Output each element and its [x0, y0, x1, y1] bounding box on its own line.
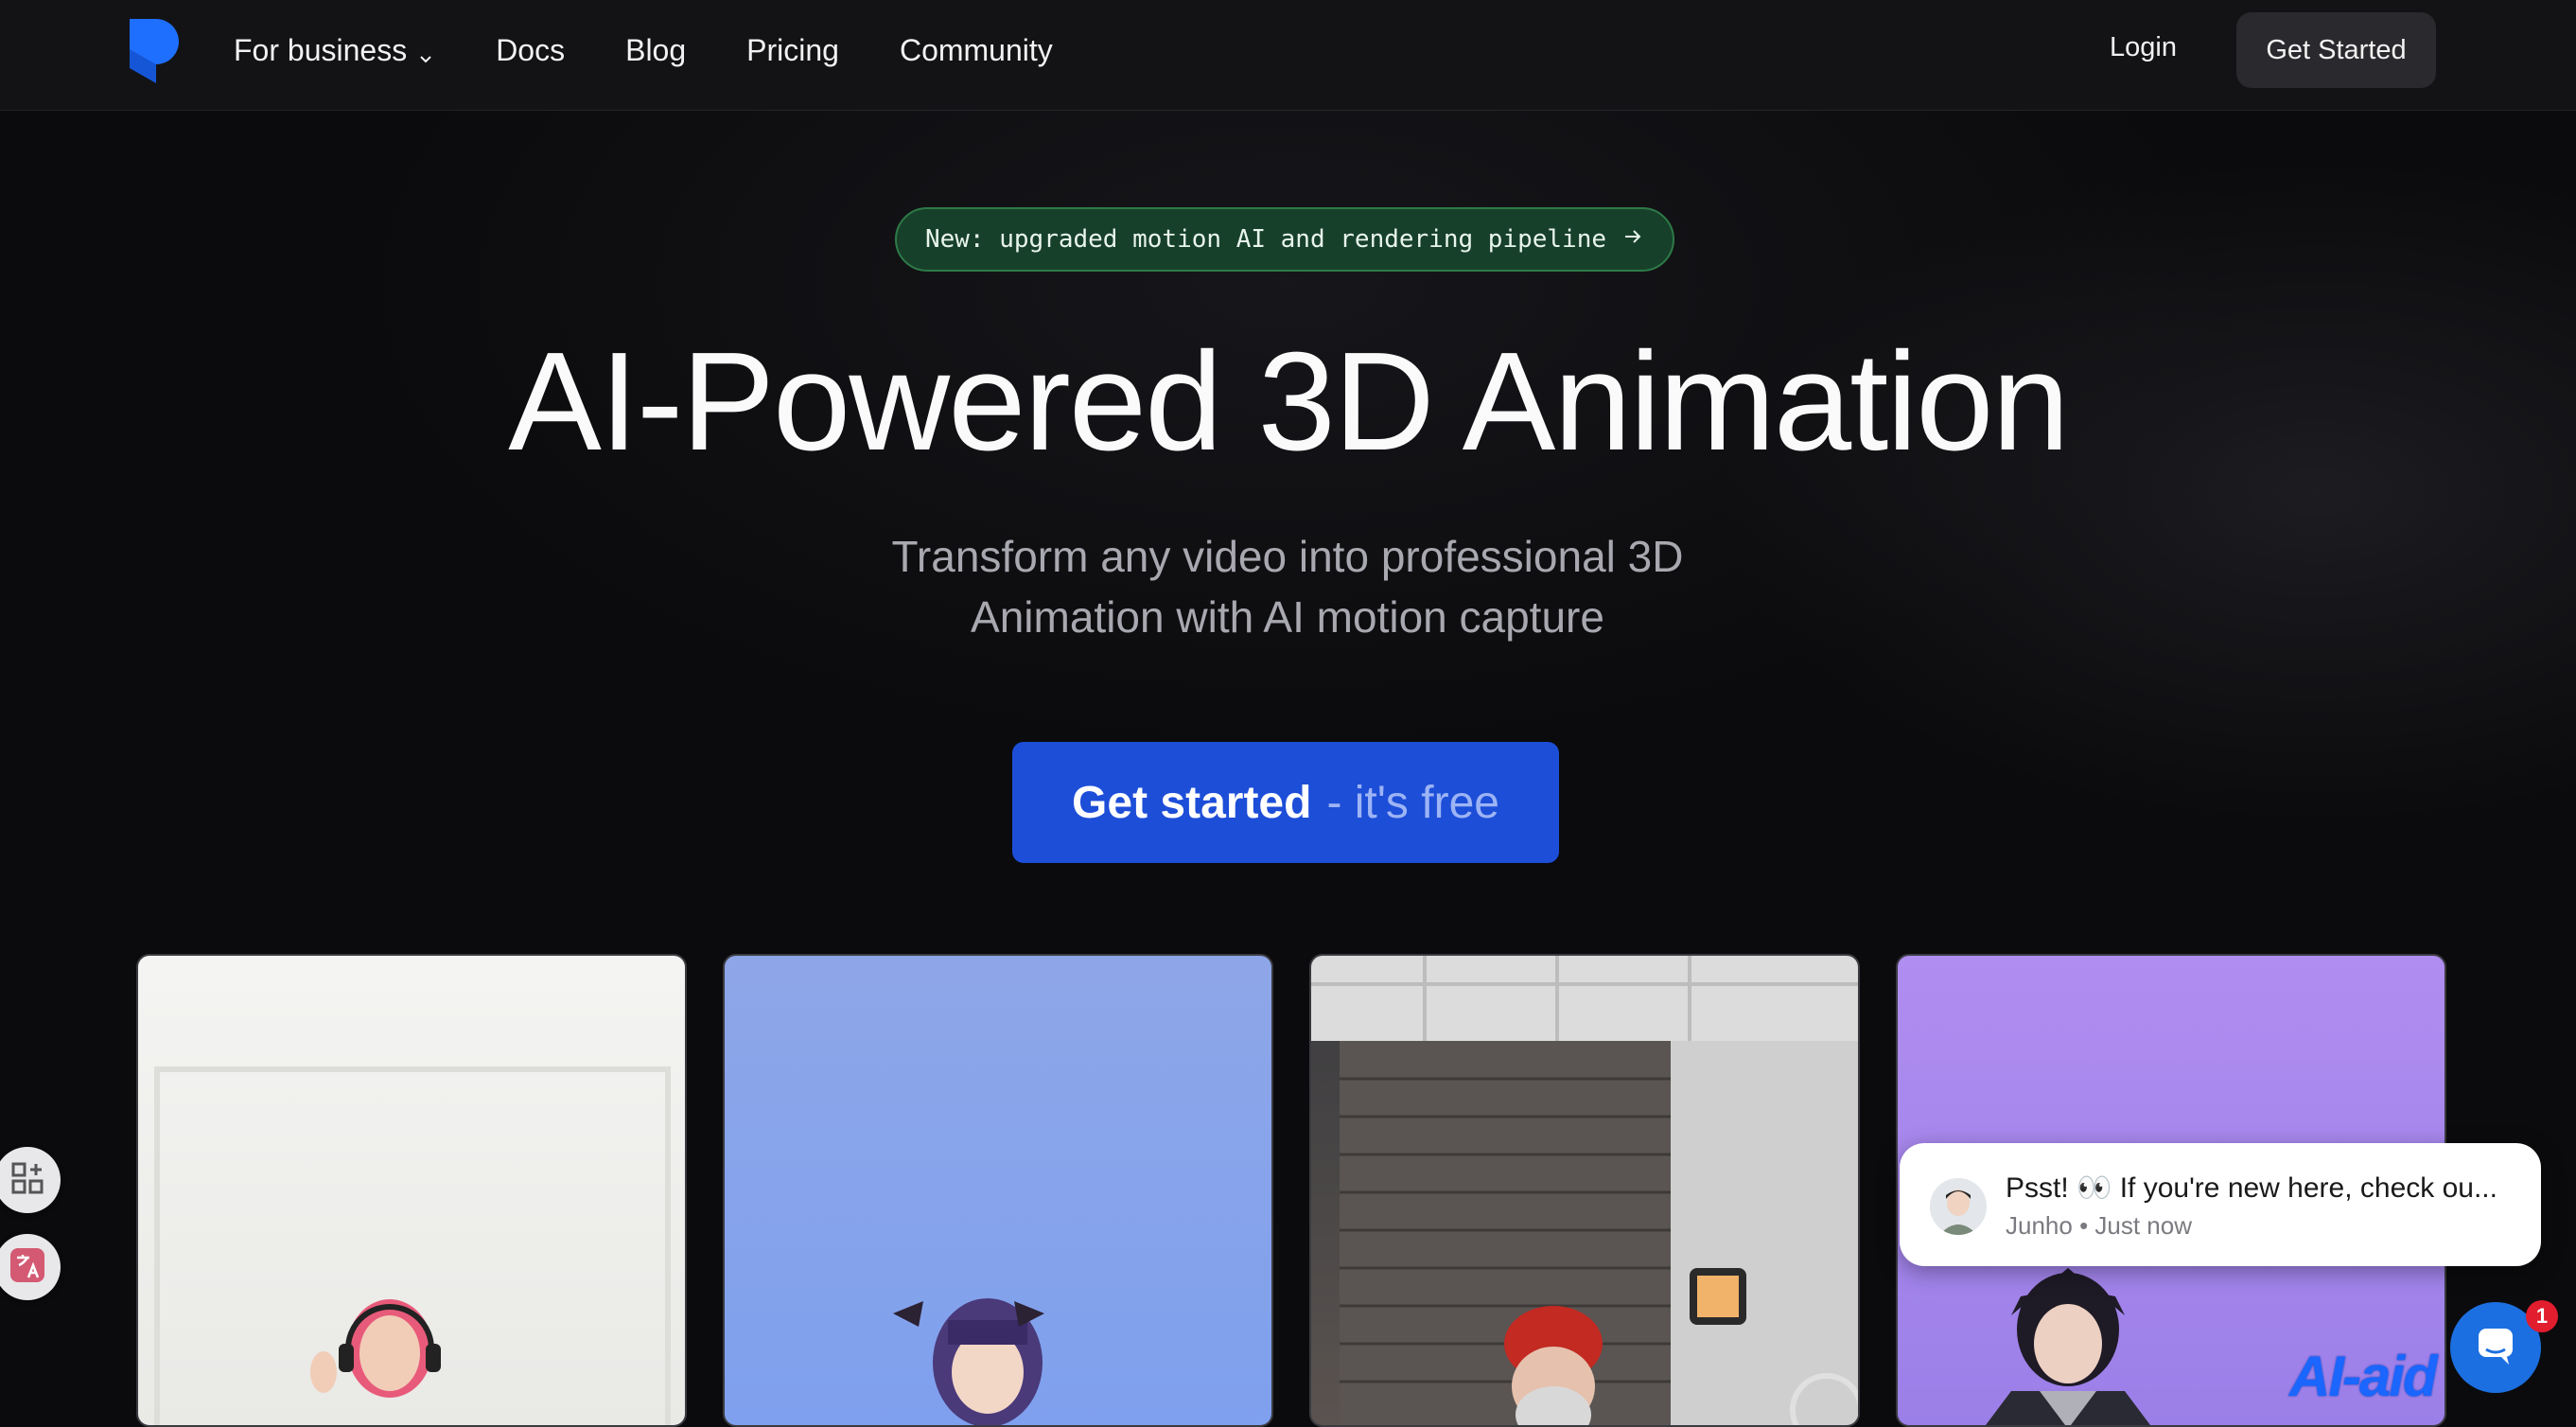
get-started-free-button[interactable]: Get started - it's free	[1012, 742, 1559, 863]
avatar	[1930, 1178, 1987, 1235]
chat-message-meta: Junho • Just now	[2006, 1211, 2192, 1240]
nav-item-pricing[interactable]: Pricing	[746, 33, 839, 68]
hero-subtitle-line-1: Transform any video into professional 3D	[891, 532, 1684, 581]
arrow-right-icon	[1621, 225, 1644, 255]
get-started-button[interactable]: Get Started	[2236, 12, 2436, 88]
chat-message-text: Psst! 👀 If you're new here, check ou...	[2006, 1172, 2497, 1204]
chat-notification-popup[interactable]: Psst! 👀 If you're new here, check ou... …	[1900, 1143, 2541, 1266]
announcement-pill[interactable]: New: upgraded motion AI and rendering pi…	[895, 207, 1674, 272]
translate-icon	[9, 1246, 46, 1289]
login-link[interactable]: Login	[2110, 32, 2177, 63]
top-navbar: For business Docs Blog Pricing Community…	[0, 0, 2576, 111]
logo-icon[interactable]	[128, 17, 181, 85]
nav-item-for-business[interactable]: For business	[234, 33, 435, 68]
showcase-video-1	[154, 1066, 671, 1425]
nav-item-blog[interactable]: Blog	[625, 33, 686, 68]
hero-title: AI-Powered 3D Animation	[508, 324, 2070, 480]
cta-main-label: Get started	[1072, 777, 1312, 828]
hero-subtitle: Transform any video into professional 3D…	[815, 526, 1761, 647]
nav-item-docs[interactable]: Docs	[496, 33, 565, 68]
nav-item-community[interactable]: Community	[900, 33, 1053, 68]
apps-icon	[10, 1161, 44, 1200]
chat-icon	[2473, 1323, 2518, 1373]
chat-unread-badge: 1	[2526, 1300, 2558, 1332]
nav-item-label: For business	[234, 32, 408, 67]
watermark-text: AI-aid	[2289, 1345, 2438, 1408]
announcement-text: New: upgraded motion AI and rendering pi…	[924, 225, 1607, 254]
showcase-video-3	[1311, 956, 1858, 1425]
chevron-down-icon	[416, 41, 435, 63]
showcase-card-1[interactable]	[136, 954, 687, 1427]
hero-subtitle-line-2: Animation with AI motion capture	[971, 592, 1604, 642]
cta-suffix-label: - it's free	[1326, 777, 1499, 828]
showcase-card-2[interactable]	[723, 954, 1273, 1427]
showcase-video-2	[893, 1298, 1044, 1425]
showcase-card-3[interactable]	[1309, 954, 1860, 1427]
nav-links: For business Docs Blog Pricing Community	[234, 0, 1053, 100]
